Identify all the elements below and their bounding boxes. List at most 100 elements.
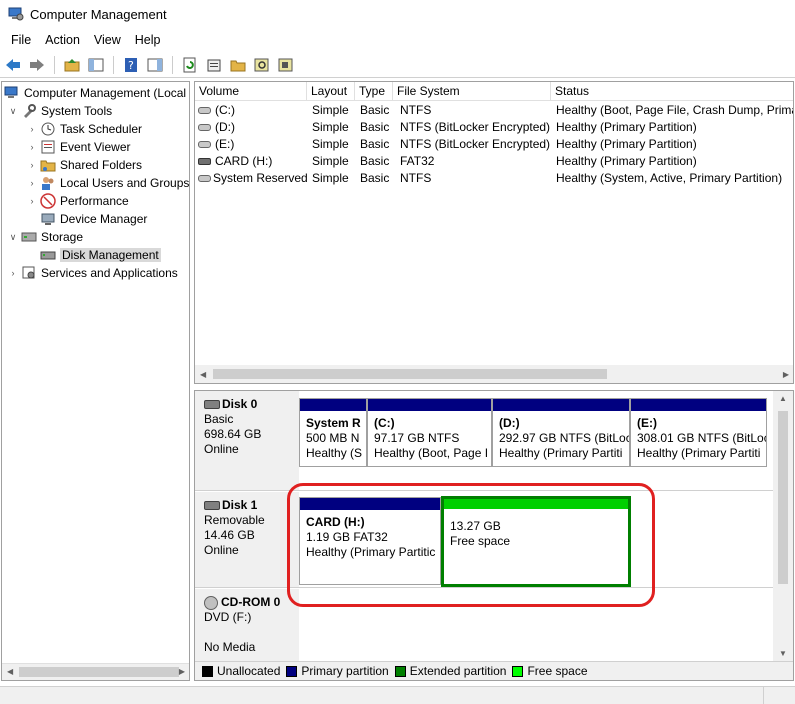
column-header-type[interactable]: Type xyxy=(355,82,393,101)
refresh-icon[interactable] xyxy=(180,55,200,75)
export-list-icon[interactable] xyxy=(276,55,296,75)
up-folder-icon[interactable] xyxy=(62,55,82,75)
tree-item-performance[interactable]: › Performance xyxy=(26,192,129,210)
tree-item-shared-folders[interactable]: › Shared Folders xyxy=(26,156,143,174)
volume-icon xyxy=(198,124,211,131)
properties-icon[interactable] xyxy=(204,55,224,75)
cell-type: Basic xyxy=(360,171,390,185)
partition-c[interactable]: (C:) 97.17 GB NTFS Healthy (Boot, Page I xyxy=(367,398,492,467)
tree-item-system-tools[interactable]: ∨ System Tools xyxy=(7,102,112,120)
column-header-status[interactable]: Status xyxy=(551,82,793,101)
menu-action[interactable]: Action xyxy=(38,33,87,47)
table-row[interactable]: (E:) Simple Basic NTFS (BitLocker Encryp… xyxy=(195,136,793,153)
forward-icon[interactable] xyxy=(27,55,47,75)
disk-state: No Media xyxy=(204,640,256,654)
tree-item-storage[interactable]: ∨ Storage xyxy=(7,228,83,246)
table-row[interactable]: (C:) Simple Basic NTFS Healthy (Boot, Pa… xyxy=(195,102,793,119)
legend-item: Primary partition xyxy=(286,664,389,678)
table-row[interactable]: (D:) Simple Basic NTFS (BitLocker Encryp… xyxy=(195,119,793,136)
tree-item-device-manager[interactable]: Device Manager xyxy=(40,210,147,228)
column-header-volume[interactable]: Volume xyxy=(195,82,307,101)
shared-folders-icon xyxy=(40,157,56,173)
disk-icon xyxy=(204,400,220,409)
cdrom-0-label[interactable]: CD-ROM 0 DVD (F:) No Media xyxy=(195,589,299,661)
disk-kind: Removable xyxy=(204,513,265,527)
tree-item-task-scheduler[interactable]: › Task Scheduler xyxy=(26,120,143,138)
cell-status: Healthy (Primary Partition) xyxy=(556,137,697,151)
disk-1-label[interactable]: Disk 1 Removable 14.46 GB Online xyxy=(195,492,299,588)
disk-map-vertical-scrollbar[interactable]: ▲ ▼ xyxy=(773,391,793,661)
show-hide-tree-icon[interactable] xyxy=(86,55,106,75)
collapsed-chevron-icon[interactable]: › xyxy=(26,178,38,188)
help-icon[interactable]: ? xyxy=(121,55,141,75)
scrollbar-thumb[interactable] xyxy=(213,369,607,379)
disk-map-area: Disk 0 Basic 698.64 GB Online System R 5… xyxy=(195,391,773,661)
status-bar xyxy=(0,686,795,704)
volume-icon xyxy=(198,141,211,148)
menu-help[interactable]: Help xyxy=(128,33,168,47)
scroll-up-icon[interactable]: ▲ xyxy=(779,394,787,403)
search-icon[interactable] xyxy=(252,55,272,75)
services-applications-icon xyxy=(21,265,37,281)
volume-list-header: Volume Layout Type File System Status xyxy=(195,82,793,101)
tree-item-services-applications[interactable]: › Services and Applications xyxy=(7,264,178,282)
tree-item-disk-management[interactable]: Disk Management xyxy=(40,246,161,264)
partition-e[interactable]: (E:) 308.01 GB NTFS (BitLoc Healthy (Pri… xyxy=(630,398,767,467)
disk-size: 14.46 GB xyxy=(204,528,255,542)
tree-item-event-viewer[interactable]: › Event Viewer xyxy=(26,138,131,156)
collapsed-chevron-icon[interactable]: › xyxy=(26,124,38,134)
partition-body: System R 500 MB N Healthy (S xyxy=(306,416,363,460)
scrollbar-thumb[interactable] xyxy=(778,411,788,584)
tree-item-local-users-groups[interactable]: › Local Users and Groups xyxy=(26,174,189,192)
partition-system-reserved[interactable]: System R 500 MB N Healthy (S xyxy=(299,398,367,467)
tree-horizontal-scrollbar[interactable]: ◀ ▶ xyxy=(2,663,189,680)
disk-size: 698.64 GB xyxy=(204,427,262,441)
partition-d[interactable]: (D:) 292.97 GB NTFS (BitLoc Healthy (Pri… xyxy=(492,398,630,467)
scroll-left-icon[interactable]: ◀ xyxy=(200,370,206,379)
legend-item: Extended partition xyxy=(394,664,506,678)
menu-view[interactable]: View xyxy=(87,33,128,47)
tree-item-computer-management[interactable]: Computer Management (Local xyxy=(4,84,186,102)
collapsed-chevron-icon[interactable]: › xyxy=(7,268,19,278)
legend-item: Unallocated xyxy=(202,664,280,678)
toolbar-separator xyxy=(113,55,114,74)
cell-type: Basic xyxy=(360,103,390,117)
cell-file-system: NTFS xyxy=(400,171,432,185)
tree-item-label: System Tools xyxy=(41,104,113,118)
computer-management-icon xyxy=(8,7,24,21)
expanded-chevron-icon[interactable]: ∨ xyxy=(7,106,19,117)
cell-type: Basic xyxy=(360,137,390,151)
disk-map: Disk 0 Basic 698.64 GB Online System R 5… xyxy=(194,390,794,681)
collapsed-chevron-icon[interactable]: › xyxy=(26,196,38,206)
primary-partition-bar xyxy=(493,399,629,411)
cell-layout: Simple xyxy=(312,103,349,117)
legend: Unallocated Primary partition Extended p… xyxy=(195,661,793,680)
performance-icon xyxy=(40,193,56,209)
scroll-right-icon[interactable]: ▶ xyxy=(179,667,185,676)
collapsed-chevron-icon[interactable]: › xyxy=(26,142,38,152)
cell-status: Healthy (Primary Partition) xyxy=(556,154,697,168)
show-action-pane-icon[interactable] xyxy=(145,55,165,75)
column-header-layout[interactable]: Layout xyxy=(307,82,355,101)
window-title: Computer Management xyxy=(30,6,167,22)
volume-list: Volume Layout Type File System Status (C… xyxy=(194,81,794,384)
column-header-file-system[interactable]: File System xyxy=(393,82,551,101)
scroll-right-icon[interactable]: ▶ xyxy=(783,370,789,379)
expanded-chevron-icon[interactable]: ∨ xyxy=(7,232,19,243)
collapsed-chevron-icon[interactable]: › xyxy=(26,160,38,170)
volume-name: (C:) xyxy=(215,103,235,117)
legend-swatch xyxy=(202,665,213,677)
scroll-left-icon[interactable]: ◀ xyxy=(7,667,13,676)
partition-card-h[interactable]: CARD (H:) 1.19 GB FAT32 Healthy (Primary… xyxy=(299,497,441,585)
disk-0-label[interactable]: Disk 0 Basic 698.64 GB Online xyxy=(195,391,299,491)
volume-list-horizontal-scrollbar[interactable]: ◀ ▶ xyxy=(195,365,793,383)
scroll-down-icon[interactable]: ▼ xyxy=(779,649,787,658)
open-icon[interactable] xyxy=(228,55,248,75)
scrollbar-thumb[interactable] xyxy=(19,667,179,677)
partition-free-space[interactable]: 13.27 GB Free space xyxy=(441,496,631,587)
back-icon[interactable] xyxy=(3,55,23,75)
table-row[interactable]: CARD (H:) Simple Basic FAT32 Healthy (Pr… xyxy=(195,153,793,170)
table-row[interactable]: System Reserved Simple Basic NTFS Health… xyxy=(195,170,793,187)
menu-file[interactable]: File xyxy=(4,33,38,47)
legend-swatch xyxy=(286,665,298,677)
